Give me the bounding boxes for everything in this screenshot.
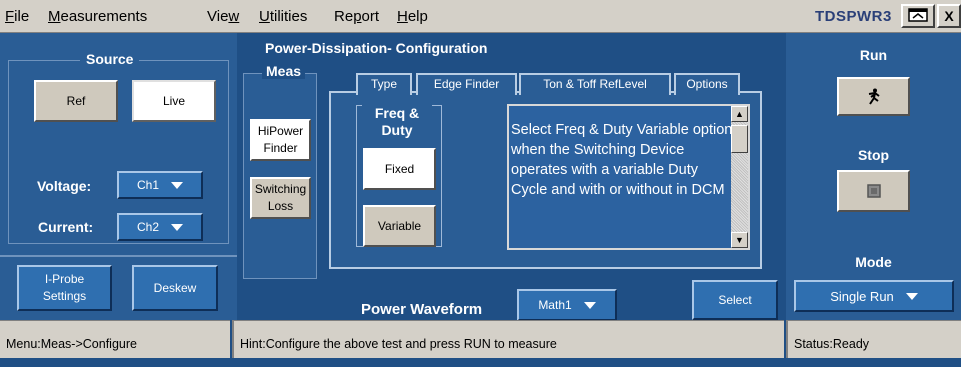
scroll-down-button[interactable]: ▼ (731, 232, 748, 248)
close-icon: X (944, 8, 954, 24)
live-button[interactable]: Live (132, 80, 216, 122)
menu-file[interactable]: File (5, 8, 29, 25)
close-button[interactable]: X (937, 4, 961, 28)
deskew-button[interactable]: Deskew (132, 265, 218, 311)
configuration-panel: Power-Dissipation- Configuration Meas Hi… (237, 33, 786, 321)
menu-bar: File Measurements View Utilities Report … (0, 0, 961, 33)
panel-title: Power-Dissipation- Configuration (265, 40, 488, 56)
voltage-value: Ch1 (136, 178, 159, 192)
chevron-up-icon: ▲ (735, 109, 744, 119)
variable-button[interactable]: Variable (363, 205, 436, 247)
iprobe-settings-button[interactable]: I-Probe Settings (17, 265, 112, 311)
chevron-down-icon (171, 181, 183, 189)
stop-label: Stop (857, 147, 890, 163)
description-box: Select Freq & Duty Variable option when … (507, 104, 750, 250)
switching-loss-button[interactable]: Switching Loss (250, 177, 311, 219)
status-hint: Hint:Configure the above test and press … (232, 320, 784, 358)
tab-edge-finder[interactable]: Edge Finder (416, 73, 517, 95)
source-panel: Source Ref Live Voltage: Ch1 Current: Ch… (0, 33, 237, 255)
fixed-button[interactable]: Fixed (363, 148, 436, 190)
freq-duty-label: Freq & Duty (362, 105, 432, 139)
control-panel: Run Stop Mode Single Run (786, 33, 961, 320)
stop-button[interactable] (837, 170, 910, 212)
mode-value: Single Run (830, 288, 894, 304)
running-man-icon (868, 88, 880, 105)
chevron-down-icon (905, 292, 918, 300)
chevron-down-icon: ▼ (735, 235, 744, 245)
chevron-down-icon (583, 301, 596, 309)
menu-measurements[interactable]: Measurements (48, 8, 147, 25)
menu-report[interactable]: Report (334, 8, 379, 25)
probe-panel: I-Probe Settings Deskew (0, 255, 237, 320)
voltage-label: Voltage: (37, 178, 92, 194)
status-menu: Menu:Meas->Configure (0, 320, 230, 358)
chevron-down-icon (171, 223, 183, 231)
description-scrollbar[interactable]: ▲ ▼ (731, 106, 748, 248)
mode-dropdown[interactable]: Single Run (794, 280, 954, 312)
power-waveform-dropdown[interactable]: Math1 (517, 289, 617, 321)
minimize-window-icon (908, 8, 928, 22)
mode-label: Mode (855, 254, 892, 270)
power-waveform-label: Power Waveform (361, 301, 483, 318)
tab-ton-toff-reflevel[interactable]: Ton & Toff RefLevel (519, 73, 671, 95)
ref-button[interactable]: Ref (34, 80, 118, 122)
source-title: Source (80, 51, 140, 67)
stop-square-icon (866, 184, 881, 198)
minimize-button[interactable] (901, 4, 935, 28)
meas-label: Meas (262, 63, 306, 79)
menu-utilities[interactable]: Utilities (259, 8, 307, 25)
select-button[interactable]: Select (692, 280, 778, 320)
tab-options[interactable]: Options (674, 73, 740, 95)
voltage-dropdown[interactable]: Ch1 (117, 171, 203, 199)
power-waveform-value: Math1 (538, 298, 572, 312)
scrollbar-thumb[interactable] (731, 125, 748, 153)
hipower-finder-button[interactable]: HiPower Finder (250, 119, 311, 161)
current-value: Ch2 (136, 220, 159, 234)
tab-type[interactable]: Type (356, 73, 412, 95)
app-brand: TDSPWR3 (815, 8, 892, 25)
menu-view[interactable]: View (207, 8, 239, 25)
status-state: Status:Ready (786, 320, 961, 358)
meas-group (243, 73, 317, 279)
run-label: Run (859, 47, 888, 63)
current-label: Current: (38, 219, 94, 235)
current-dropdown[interactable]: Ch2 (117, 213, 203, 241)
menu-help[interactable]: Help (397, 8, 428, 25)
description-text: Select Freq & Duty Variable option when … (511, 122, 733, 198)
run-button[interactable] (837, 77, 910, 116)
scroll-up-button[interactable]: ▲ (731, 106, 748, 122)
